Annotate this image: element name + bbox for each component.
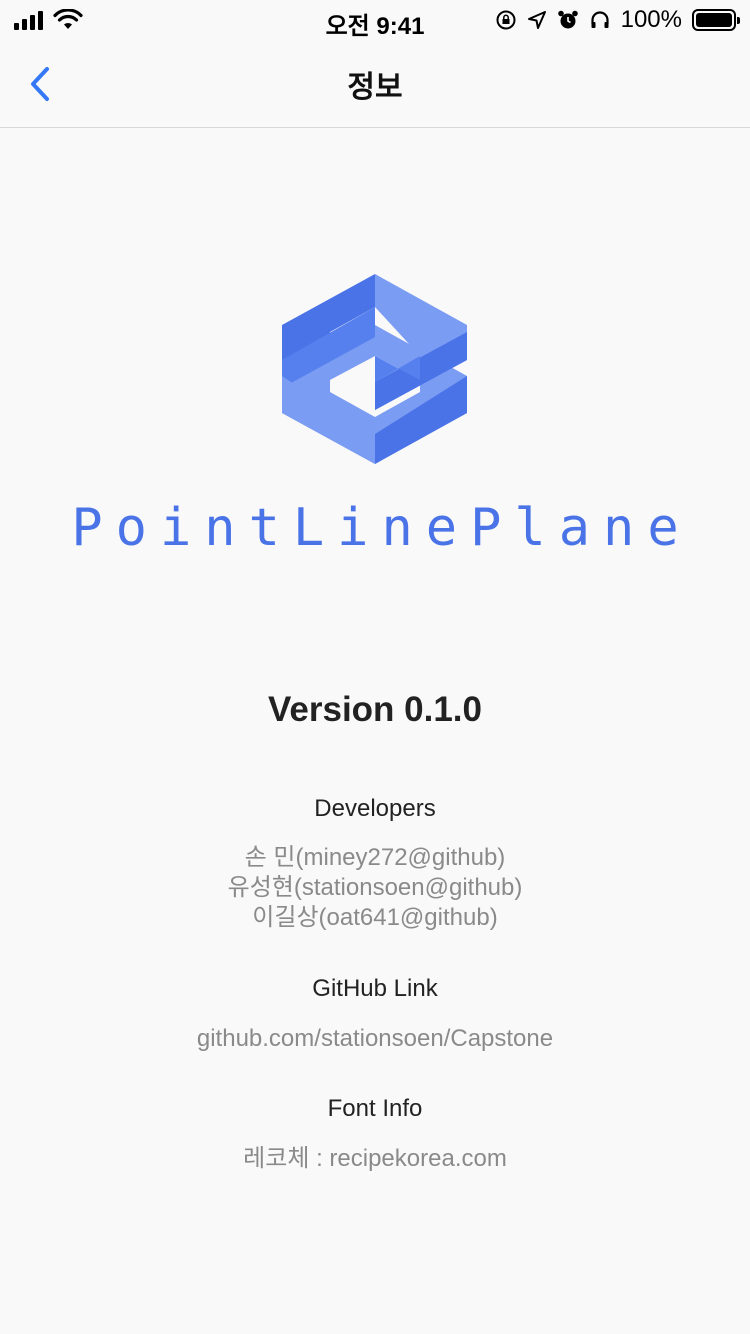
developer-item: 유성현(stationsoen@github) [227, 874, 523, 901]
github-heading: GitHub Link [312, 975, 438, 1002]
app-version: Version 0.1.0 [267, 690, 483, 729]
status-bar: 오전 9:41 100% [0, 0, 750, 40]
page-title: 정보 [347, 71, 403, 104]
navigation-bar: 정보 [0, 40, 750, 128]
developer-item: 손 민(miney272@github) [244, 844, 506, 871]
github-link[interactable]: github.com/stationsoen/Capstone [0, 1024, 750, 1054]
app-name: PointLinePlane [71, 498, 692, 558]
font-info-heading: Font Info [327, 1095, 423, 1122]
developers-heading: Developers [314, 795, 436, 822]
battery-level-fill [696, 13, 732, 27]
app-logo [282, 274, 467, 464]
headphones-icon [591, 11, 609, 28]
orientation-lock-icon [496, 10, 516, 30]
status-right: 100% [495, 6, 740, 34]
developers-list: 손 민(miney272@github) 유성현(stationsoen@git… [0, 843, 750, 933]
battery-percentage: 100% [620, 6, 682, 33]
battery-icon [692, 9, 740, 31]
font-info-text: 레코체 : recipekorea.com [243, 1145, 507, 1172]
alarm-clock-icon [557, 10, 578, 29]
location-arrow-icon [527, 11, 546, 29]
developer-item: 이길상(oat641@github) [252, 904, 498, 931]
